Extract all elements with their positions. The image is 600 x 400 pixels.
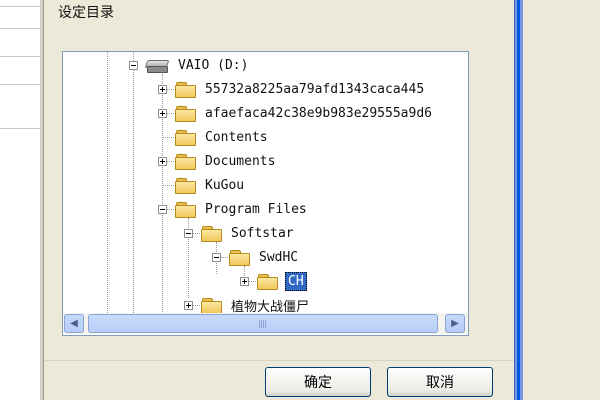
drive-icon (144, 58, 170, 73)
tree-content: VAIO (D:) 55732a8225aa79afd1343caca445 a… (63, 52, 468, 335)
tree-item-folder[interactable]: SwdHC (212, 246, 300, 268)
folder-icon (175, 81, 197, 98)
folder-icon (175, 129, 197, 146)
tree-item-folder[interactable]: afaefaca42c38e9b983e29555a9d6 (158, 102, 434, 124)
expand-toggle[interactable] (158, 108, 167, 118)
tree-item-label: CH (285, 271, 307, 291)
tree-item-folder[interactable]: Program Files (158, 198, 309, 220)
folder-icon (175, 177, 197, 194)
tree-item-label: Documents (205, 153, 276, 169)
tree-item-drive[interactable]: VAIO (D:) (129, 54, 250, 76)
expand-toggle[interactable] (158, 84, 167, 94)
collapse-toggle[interactable] (212, 252, 221, 262)
cancel-button[interactable]: 取消 (387, 367, 493, 397)
dialog-title: 设定目录 (58, 5, 114, 21)
tree-item-label: Contents (205, 129, 268, 145)
scroll-left-button[interactable]: ◀ (64, 314, 84, 333)
outside-area (523, 0, 600, 400)
tree-item-folder[interactable]: Contents (175, 126, 270, 148)
background-window-panel (0, 0, 41, 400)
tree-item-folder[interactable]: KuGou (175, 174, 246, 196)
tree-item-label: Softstar (231, 225, 294, 241)
tree-item-label: afaefaca42c38e9b983e29555a9d6 (205, 105, 432, 121)
horizontal-scroll-thumb[interactable] (88, 314, 438, 333)
tree-item-folder-selected[interactable]: CH (240, 270, 307, 292)
divider (44, 360, 514, 361)
collapse-toggle[interactable] (184, 228, 193, 238)
tree-item-folder[interactable]: 55732a8225aa79afd1343caca445 (158, 78, 426, 100)
horizontal-scrollbar[interactable]: ◀ ▶ (63, 313, 468, 334)
tree-item-label: VAIO (D:) (178, 57, 249, 73)
window-frame-right (514, 0, 523, 400)
directory-tree[interactable]: VAIO (D:) 55732a8225aa79afd1343caca445 a… (62, 51, 469, 336)
expand-toggle[interactable] (184, 300, 193, 310)
ok-button[interactable]: 确定 (265, 367, 371, 397)
folder-icon (257, 273, 279, 290)
scroll-right-button[interactable]: ▶ (445, 314, 465, 333)
folder-open-icon (229, 249, 251, 266)
folder-open-icon (175, 201, 197, 218)
folder-icon (175, 153, 197, 170)
expand-toggle[interactable] (240, 276, 249, 286)
folder-icon (201, 297, 223, 314)
folder-open-icon (201, 225, 223, 242)
expand-toggle[interactable] (158, 156, 167, 166)
tree-item-label: KuGou (205, 177, 245, 193)
tree-item-label: 55732a8225aa79afd1343caca445 (205, 81, 425, 97)
collapse-toggle[interactable] (129, 60, 138, 70)
tree-item-label: SwdHC (259, 249, 299, 265)
tree-item-label: Program Files (205, 201, 307, 217)
collapse-toggle[interactable] (158, 204, 167, 214)
tree-item-folder[interactable]: Softstar (184, 222, 296, 244)
folder-icon (175, 105, 197, 122)
tree-item-folder[interactable]: Documents (158, 150, 277, 172)
